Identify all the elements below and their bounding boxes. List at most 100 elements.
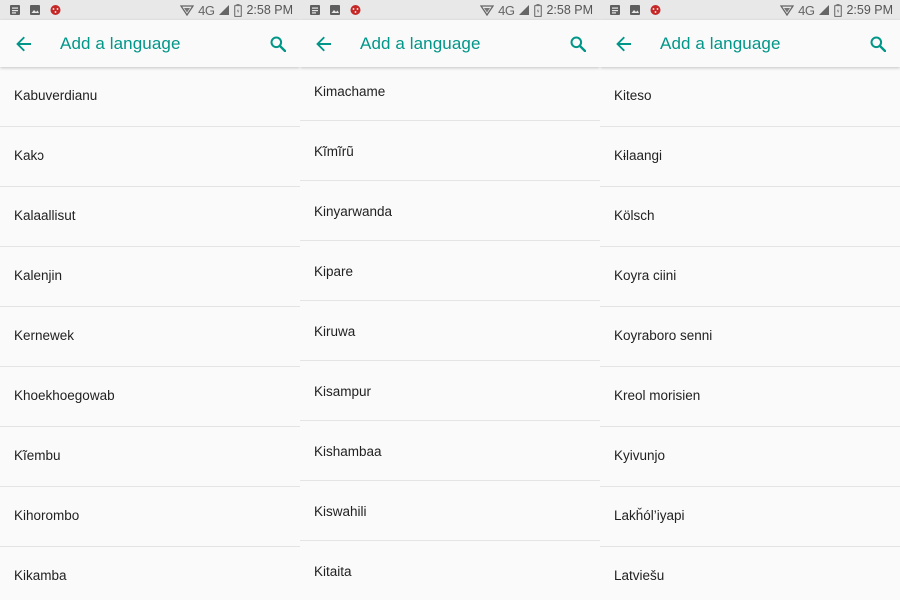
back-button[interactable] bbox=[611, 31, 637, 57]
list-item[interactable]: Kipare bbox=[300, 241, 600, 301]
screen-2: 4G 2:58 PM Add a language Kimachame Kĩmĩ… bbox=[300, 0, 600, 600]
page-title: Add a language bbox=[60, 34, 181, 53]
language-label: Kihorombo bbox=[14, 508, 80, 523]
battery-icon bbox=[834, 3, 843, 17]
list-item[interactable]: Latviešu bbox=[600, 547, 900, 600]
signal-icon bbox=[780, 5, 795, 16]
notification-icons bbox=[9, 3, 62, 16]
network-type: 4G bbox=[498, 2, 515, 18]
language-label: Kalaallisut bbox=[14, 208, 76, 223]
language-label: Koyra ciini bbox=[614, 268, 677, 283]
app-bar: Add a language bbox=[600, 20, 900, 67]
search-button[interactable] bbox=[566, 32, 590, 56]
language-label: Kĩmĩrũ bbox=[314, 144, 354, 159]
list-item[interactable]: Kiswahili bbox=[300, 481, 600, 541]
list-item[interactable]: Kiteso bbox=[600, 67, 900, 127]
list-item[interactable]: Kishambaa bbox=[300, 421, 600, 481]
language-label: Kreol morisien bbox=[614, 388, 701, 403]
arrow-back-icon bbox=[316, 36, 331, 52]
list-item[interactable]: Kihorombo bbox=[0, 487, 300, 547]
search-icon bbox=[270, 36, 286, 52]
language-label: Latviešu bbox=[614, 568, 665, 583]
language-label: Kimachame bbox=[314, 84, 386, 99]
page-title: Add a language bbox=[660, 34, 781, 53]
signal-icon bbox=[480, 5, 495, 16]
list-item[interactable]: Koyra ciini bbox=[600, 247, 900, 307]
list-item[interactable]: Kikamba bbox=[0, 547, 300, 600]
language-label: Kishambaa bbox=[314, 444, 382, 459]
language-label: Kipare bbox=[314, 264, 354, 279]
clock: 2:58 PM bbox=[546, 3, 593, 17]
language-label: Koyraboro senni bbox=[614, 328, 713, 343]
list-item[interactable]: Kernewek bbox=[0, 307, 300, 367]
back-button[interactable] bbox=[311, 31, 337, 57]
list-item[interactable]: Kalenjin bbox=[0, 247, 300, 307]
list-item[interactable]: Koyraboro senni bbox=[600, 307, 900, 367]
bug-icon bbox=[50, 5, 61, 15]
list-item[interactable]: Kyivunjo bbox=[600, 427, 900, 487]
app-bar: Add a language bbox=[300, 20, 600, 67]
language-list: Kiteso Kɨlaangi Kölsch Koyra ciini Koyra… bbox=[600, 67, 900, 600]
status-bar: 4G 2:58 PM bbox=[300, 0, 600, 20]
network-type: 4G bbox=[798, 2, 815, 18]
language-label: Kinyarwanda bbox=[314, 204, 393, 219]
search-button[interactable] bbox=[266, 32, 290, 56]
screens-container: 4G 2:58 PM Add a language Kabuverdianu K… bbox=[0, 0, 900, 600]
language-label: Kĩembu bbox=[14, 448, 61, 463]
signal-icon bbox=[180, 5, 195, 16]
arrow-back-icon bbox=[16, 36, 31, 52]
list-item[interactable]: Kĩmĩrũ bbox=[300, 121, 600, 181]
message-icon bbox=[310, 4, 320, 15]
language-label: Kalenjin bbox=[14, 268, 63, 283]
language-label: Kakɔ bbox=[14, 148, 45, 163]
list-item[interactable]: Kabuverdianu bbox=[0, 67, 300, 127]
bug-icon bbox=[350, 5, 361, 15]
status-bar: 4G 2:59 PM bbox=[600, 0, 900, 20]
language-label: Lakȟól’iyapi bbox=[614, 508, 685, 523]
language-label: Kikamba bbox=[14, 568, 67, 583]
system-icons: 4G 2:58 PM bbox=[480, 2, 593, 18]
notification-icons bbox=[609, 3, 662, 16]
language-label: Kölsch bbox=[614, 208, 655, 223]
list-item[interactable]: Kɨlaangi bbox=[600, 127, 900, 187]
list-item[interactable]: Kĩembu bbox=[0, 427, 300, 487]
language-label: Kiteso bbox=[614, 88, 652, 103]
notification-icons bbox=[309, 3, 362, 16]
cell-signal-icon bbox=[819, 5, 830, 15]
bug-icon bbox=[650, 5, 661, 15]
list-item[interactable]: Kiruwa bbox=[300, 301, 600, 361]
back-button[interactable] bbox=[11, 31, 37, 57]
language-label: Kiruwa bbox=[314, 324, 356, 339]
language-label: Kernewek bbox=[14, 328, 75, 343]
language-label: Kisampur bbox=[314, 384, 372, 399]
language-label: Kabuverdianu bbox=[14, 88, 98, 103]
search-icon bbox=[570, 36, 586, 52]
arrow-back-icon bbox=[616, 36, 631, 52]
page-title: Add a language bbox=[360, 34, 481, 53]
list-item[interactable]: Kisampur bbox=[300, 361, 600, 421]
list-item[interactable]: Lakȟól’iyapi bbox=[600, 487, 900, 547]
message-icon bbox=[610, 4, 620, 15]
app-bar: Add a language bbox=[0, 20, 300, 67]
list-item[interactable]: Kakɔ bbox=[0, 127, 300, 187]
status-bar: 4G 2:58 PM bbox=[0, 0, 300, 20]
cell-signal-icon bbox=[219, 5, 230, 15]
language-label: Khoekhoegowab bbox=[14, 388, 115, 403]
list-item[interactable]: Kalaallisut bbox=[0, 187, 300, 247]
image-icon bbox=[630, 4, 640, 15]
image-icon bbox=[30, 4, 40, 15]
list-item[interactable]: Kreol morisien bbox=[600, 367, 900, 427]
language-label: Kiswahili bbox=[314, 504, 367, 519]
search-button[interactable] bbox=[866, 32, 890, 56]
clock: 2:58 PM bbox=[246, 3, 293, 17]
screen-3: 4G 2:59 PM Add a language Kiteso Kɨlaang… bbox=[600, 0, 900, 600]
list-item[interactable]: Kitaita bbox=[300, 541, 600, 600]
language-list: Kimachame Kĩmĩrũ Kinyarwanda Kipare Kiru… bbox=[300, 61, 600, 600]
list-item[interactable]: Khoekhoegowab bbox=[0, 367, 300, 427]
language-label: Kɨlaangi bbox=[614, 148, 663, 163]
list-item[interactable]: Kölsch bbox=[600, 187, 900, 247]
battery-icon bbox=[234, 3, 243, 17]
list-item[interactable]: Kinyarwanda bbox=[300, 181, 600, 241]
list-item[interactable]: Kimachame bbox=[300, 61, 600, 121]
cell-signal-icon bbox=[519, 5, 530, 15]
